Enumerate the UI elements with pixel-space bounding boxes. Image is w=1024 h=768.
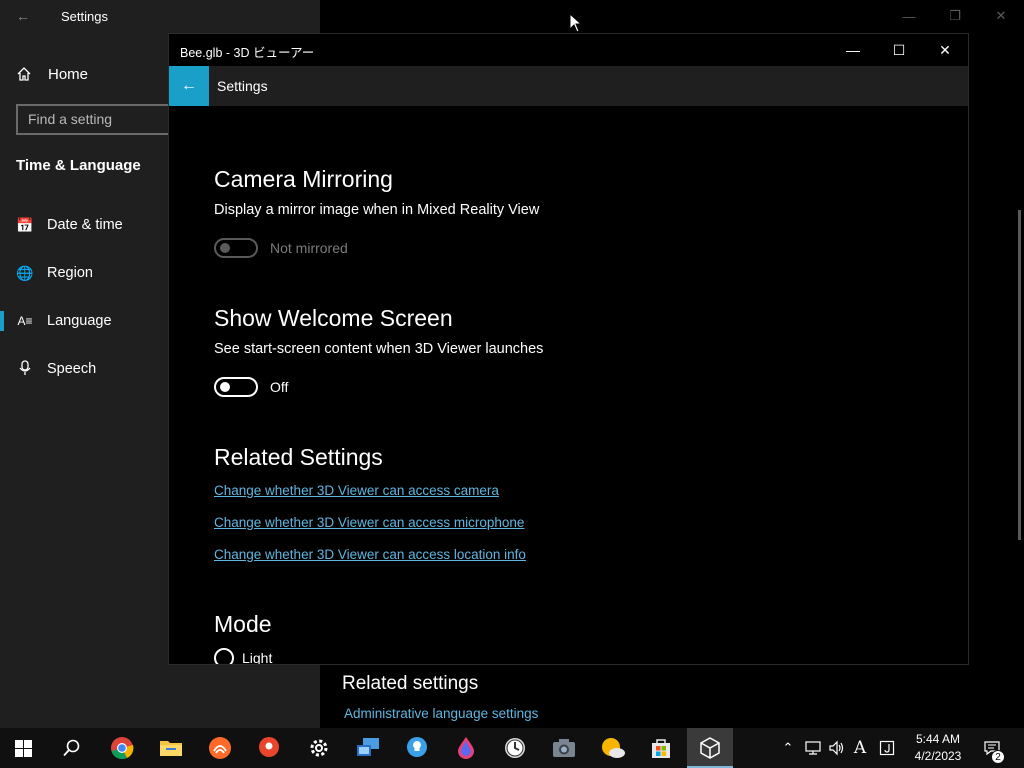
mode-light-option[interactable]: Light (214, 648, 273, 665)
sidebar-item-label: Region (47, 265, 93, 281)
taskbar-camera[interactable] (541, 728, 587, 768)
camera-mirroring-toggle[interactable] (214, 238, 258, 258)
related-settings-heading: Related settings (342, 673, 479, 694)
home-icon (17, 67, 31, 81)
calendar-clock-icon: 📅 (16, 216, 34, 233)
close-icon[interactable]: ✕ (922, 34, 968, 66)
windows-logo-icon (14, 739, 32, 757)
cube-icon (700, 737, 720, 759)
minimize-icon[interactable]: — (886, 0, 932, 32)
back-arrow-icon: ← (181, 77, 197, 94)
camera-mirroring-toggle-row: Not mirrored (214, 238, 348, 258)
ime-indicator[interactable]: A (850, 728, 870, 768)
welcome-screen-description: See start-screen content when 3D Viewer … (214, 341, 544, 357)
sidebar-item-speech[interactable]: Speech (0, 356, 170, 382)
background-window-controls: — ❐ ✕ (886, 0, 1024, 32)
start-button[interactable] (0, 728, 46, 768)
location-access-link[interactable]: Change whether 3D Viewer can access loca… (214, 547, 526, 562)
camera-mirroring-description: Display a mirror image when in Mixed Rea… (214, 202, 540, 218)
viewer-settings-header: ← Settings (169, 66, 968, 106)
microphone-access-link[interactable]: Change whether 3D Viewer can access micr… (214, 515, 524, 530)
input-mode-icon[interactable] (876, 728, 898, 768)
close-icon[interactable]: ✕ (978, 0, 1024, 32)
store-icon (652, 739, 670, 758)
viewer-window-title: Bee.glb - 3D ビューアー (180, 46, 315, 60)
taskbar: ⌃ A 5:44 AM 4/2/2023 (0, 728, 1024, 768)
viewer-titlebar: Bee.glb - 3D ビューアー — ☐ ✕ (169, 34, 968, 66)
taskbar-chrome[interactable] (99, 728, 145, 768)
chrome-icon (111, 737, 134, 760)
system-clock[interactable]: 5:44 AM 4/2/2023 (900, 731, 976, 765)
gear-icon (310, 739, 328, 757)
show-hidden-icons-chevron-icon[interactable]: ⌃ (778, 728, 798, 768)
welcome-screen-toggle[interactable] (214, 377, 258, 397)
scrollbar[interactable] (1018, 210, 1021, 540)
microphone-icon (16, 359, 34, 379)
welcome-screen-toggle-row: Off (214, 377, 288, 397)
camera-mirroring-toggle-label: Not mirrored (270, 240, 348, 256)
taskbar-weather[interactable] (590, 728, 636, 768)
sidebar-item-language[interactable]: A≡ Language (0, 308, 170, 334)
taskbar-search-button[interactable] (49, 728, 95, 768)
home-nav-item[interactable]: Home (16, 62, 88, 86)
related-settings-heading: Related Settings (214, 444, 383, 470)
weather-icon (602, 738, 625, 758)
map-pin-icon (259, 737, 279, 757)
search-icon (63, 739, 80, 757)
lightbulb-icon (407, 737, 427, 757)
welcome-screen-heading: Show Welcome Screen (214, 305, 453, 331)
taskbar-clock[interactable] (492, 728, 538, 768)
mode-heading: Mode (214, 611, 272, 637)
back-button[interactable]: ← (169, 66, 209, 106)
app-orange-icon (209, 737, 231, 759)
maximize-icon[interactable]: ☐ (876, 34, 922, 66)
taskbar-store[interactable] (638, 728, 684, 768)
taskbar-bulb[interactable] (394, 728, 440, 768)
alarm-clock-icon (505, 738, 525, 758)
section-title: Time & Language (16, 157, 141, 174)
clock-time: 5:44 AM (915, 732, 961, 746)
3d-viewer-window: Bee.glb - 3D ビューアー — ☐ ✕ ← Settings Came… (168, 33, 969, 665)
taskbar-settings[interactable] (296, 728, 342, 768)
taskbar-file-explorer[interactable] (148, 728, 194, 768)
taskbar-sublime[interactable] (197, 728, 243, 768)
sidebar-item-region[interactable]: 🌐 Region (0, 260, 170, 286)
home-label: Home (48, 65, 89, 83)
notification-count-badge: 2 (991, 750, 1005, 764)
camera-icon (553, 739, 575, 757)
globe-icon: 🌐 (16, 264, 34, 281)
find-setting-search-input[interactable]: Find a setting (16, 104, 176, 135)
sidebar-item-label: Date & time (47, 217, 123, 233)
back-arrow-icon[interactable]: ← (16, 8, 30, 24)
minimize-icon[interactable]: — (830, 34, 876, 66)
settings-window-title: Settings (61, 9, 108, 24)
taskbar-maps[interactable] (246, 728, 292, 768)
camera-access-link[interactable]: Change whether 3D Viewer can access came… (214, 483, 499, 498)
clock-date: 4/2/2023 (914, 749, 962, 763)
taskbar-paint[interactable] (443, 728, 489, 768)
volume-icon[interactable] (826, 728, 848, 768)
welcome-screen-toggle-label: Off (270, 379, 289, 395)
restore-icon[interactable]: ❐ (932, 0, 978, 32)
paint-drop-icon (458, 737, 474, 759)
camera-mirroring-heading: Camera Mirroring (214, 166, 393, 192)
administrative-language-settings-link[interactable]: Administrative language settings (344, 706, 538, 721)
language-icon: A≡ (17, 314, 33, 328)
remote-desktop-icon (357, 738, 379, 756)
taskbar-remote-desktop[interactable] (345, 728, 391, 768)
viewer-settings-title: Settings (217, 78, 268, 94)
sidebar-item-label: Speech (47, 361, 97, 377)
radio-button[interactable] (214, 648, 234, 664)
network-icon[interactable] (802, 728, 824, 768)
viewer-window-controls: — ☐ ✕ (830, 34, 968, 66)
mode-light-label: Light (242, 650, 273, 665)
sidebar-item-date-time[interactable]: 📅 Date & time (0, 212, 170, 238)
mouse-cursor-icon (569, 13, 583, 33)
taskbar-3d-viewer[interactable] (687, 728, 733, 768)
folder-icon (160, 741, 182, 756)
sidebar-item-label: Language (47, 313, 112, 329)
